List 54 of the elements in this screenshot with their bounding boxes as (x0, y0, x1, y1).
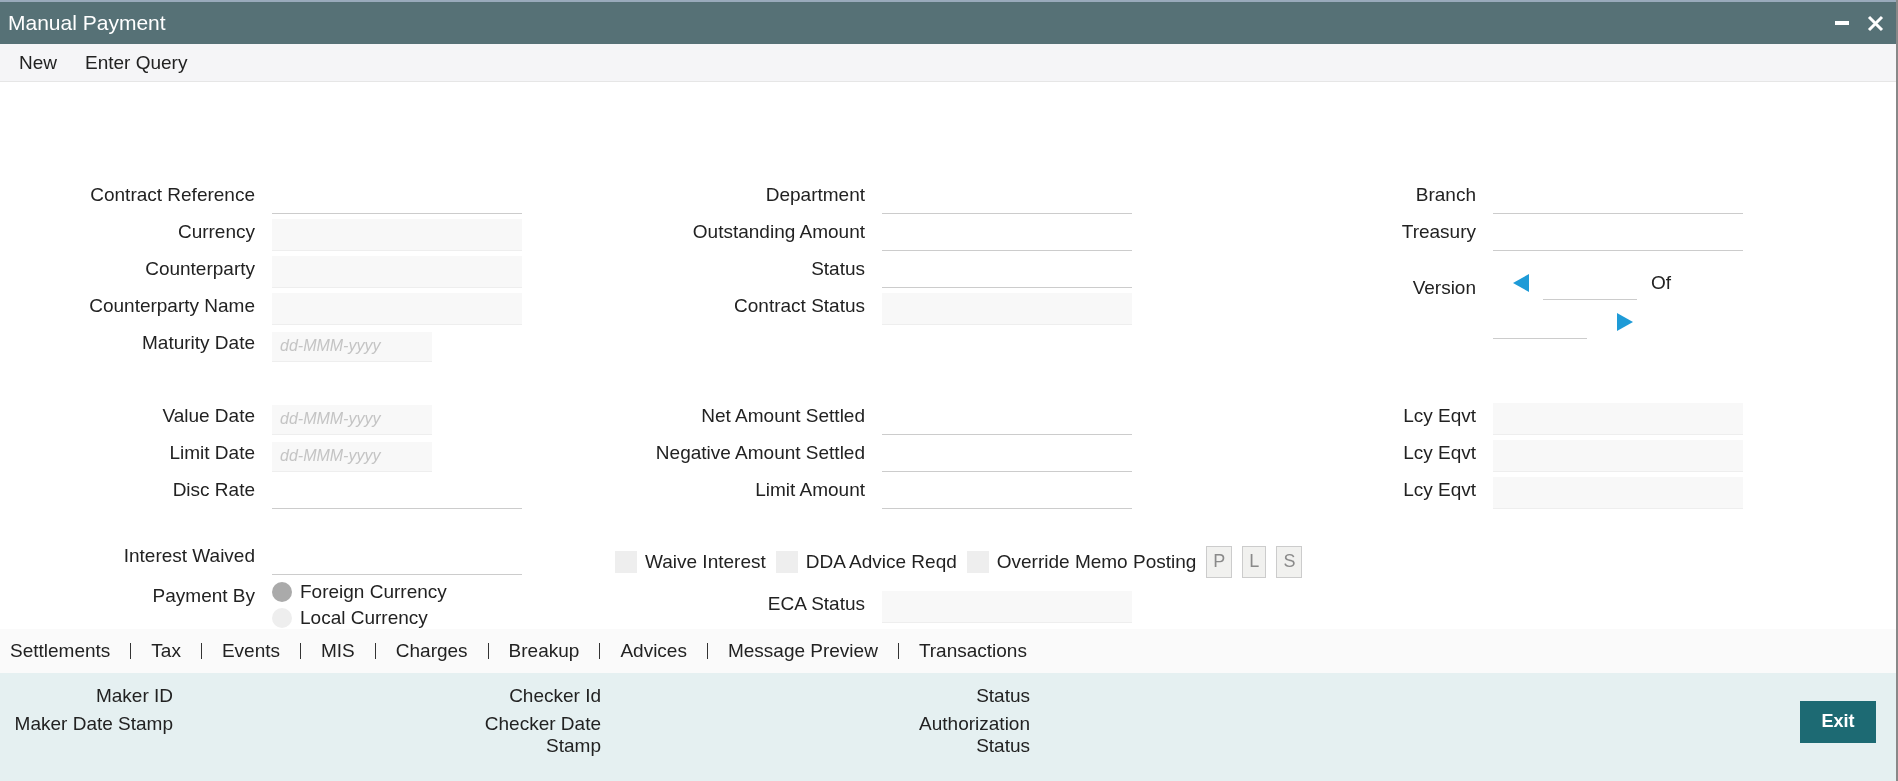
field-label: Lcy Eqvt (1402, 441, 1476, 465)
radio-button[interactable] (272, 581, 292, 602)
audit-label: Authorization Status (918, 712, 1030, 757)
field-label: Department (764, 183, 865, 207)
next-arrow-icon[interactable] (1617, 313, 1633, 332)
audit-label: Maker Date Stamp (14, 712, 173, 736)
field-label: Branch (1414, 183, 1476, 207)
previous-arrow-icon[interactable] (1513, 274, 1529, 293)
toolbar-item[interactable]: Enter Query (85, 51, 188, 74)
field-label: Counterparty (144, 257, 255, 281)
field-label: Currency (176, 220, 255, 244)
radio-label: Foreign Currency (300, 580, 447, 603)
field-label: Maturity Date (141, 331, 255, 355)
field-label: Treasury (1400, 220, 1476, 244)
tab-link[interactable]: MIS (321, 639, 355, 662)
tab-link[interactable]: Breakup (508, 639, 580, 662)
field-label: Lcy Eqvt (1402, 478, 1476, 502)
tab-link[interactable]: Message Preview (727, 639, 878, 662)
field-label: Contract Reference (89, 183, 255, 207)
field-label: Value Date (161, 404, 255, 428)
field-label: Negative Amount Settled (654, 441, 865, 465)
tab-link[interactable]: Settlements (10, 639, 111, 662)
of-label: Of (1651, 272, 1672, 295)
audit-label: Maker ID (95, 684, 173, 707)
field-label: Payment By (151, 583, 255, 608)
checkbox-label: DDA Advice Reqd (805, 550, 957, 573)
toolbar-item[interactable]: New (19, 51, 57, 74)
field-label: Limit Amount (754, 478, 865, 502)
field-label: Net Amount Settled (700, 404, 865, 428)
tab-link[interactable]: Tax (151, 639, 181, 662)
field-label: Lcy Eqvt (1402, 404, 1476, 428)
audit-label: Checker Id (509, 684, 601, 707)
radio-label: Local Currency (300, 606, 428, 629)
field-label: Limit Date (168, 441, 255, 465)
audit-label: Checker Date Stamp (483, 712, 601, 757)
tab-link[interactable]: Advices (620, 639, 687, 662)
exit-button[interactable]: Exit (1800, 700, 1876, 743)
checkbox-label: Override Memo Posting (996, 550, 1197, 573)
audit-label: Status (976, 684, 1030, 707)
field-label: Contract Status (733, 294, 865, 318)
field-label: Counterparty Name (88, 294, 255, 318)
tab-link[interactable]: Events (221, 639, 280, 662)
window-title: Manual Payment (8, 11, 166, 36)
minimize-icon[interactable] (1835, 21, 1849, 26)
field-label: Version (1411, 275, 1476, 300)
field-label: Status (810, 257, 865, 281)
field-label: Disc Rate (171, 478, 255, 502)
tab-link[interactable]: Transactions (918, 639, 1027, 662)
field-label: Outstanding Amount (691, 220, 865, 244)
checkbox-label: Waive Interest (645, 550, 766, 573)
close-icon[interactable] (1867, 14, 1884, 32)
tab-link[interactable]: Charges (395, 639, 468, 662)
field-label: Interest Waived (122, 544, 255, 568)
field-label: ECA Status (766, 592, 865, 616)
